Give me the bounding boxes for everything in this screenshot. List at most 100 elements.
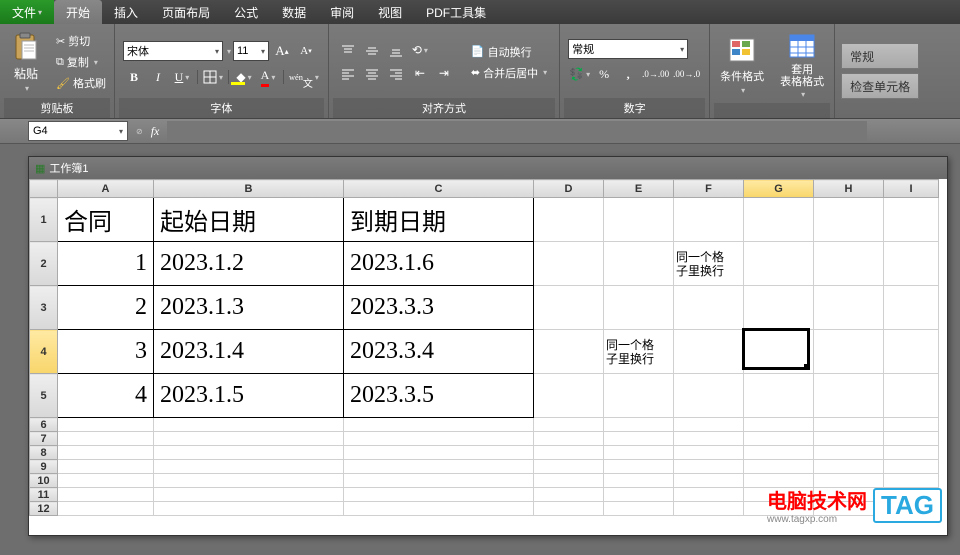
cell-A9[interactable] <box>58 460 154 474</box>
decrease-font-button[interactable]: A▾ <box>295 40 317 62</box>
cell-C6[interactable] <box>344 418 534 432</box>
cell-A1[interactable]: 合同 <box>58 198 154 242</box>
cell-E10[interactable] <box>604 474 674 488</box>
cell-H7[interactable] <box>814 432 884 446</box>
cell-F6[interactable] <box>674 418 744 432</box>
cell-H9[interactable] <box>814 460 884 474</box>
cell-C5[interactable]: 2023.3.5 <box>344 374 534 418</box>
col-header-D[interactable]: D <box>534 180 604 198</box>
cell-D11[interactable] <box>534 488 604 502</box>
italic-button[interactable]: I <box>147 66 169 88</box>
row-header-1[interactable]: 1 <box>30 198 58 242</box>
cell-H3[interactable] <box>814 286 884 330</box>
cell-G9[interactable] <box>744 460 814 474</box>
cell-I7[interactable] <box>884 432 939 446</box>
cell-I1[interactable] <box>884 198 939 242</box>
decrease-indent-button[interactable]: ⇤ <box>409 63 431 85</box>
cell-I2[interactable] <box>884 242 939 286</box>
paste-button[interactable]: 粘贴▾ <box>4 26 48 98</box>
font-color-button[interactable]: A▾ <box>257 66 279 88</box>
cell-F10[interactable] <box>674 474 744 488</box>
number-format-select[interactable]: 常规▾ <box>568 39 688 59</box>
cell-B7[interactable] <box>154 432 344 446</box>
cell-C1[interactable]: 到期日期 <box>344 198 534 242</box>
style-check-cell[interactable]: 检查单元格 <box>841 73 919 99</box>
merge-center-button[interactable]: ⬌合并后居中▾ <box>467 63 551 83</box>
cell-A3[interactable]: 2 <box>58 286 154 330</box>
cancel-icon[interactable]: ⊘ <box>136 127 143 136</box>
tab-view[interactable]: 视图 <box>366 0 414 24</box>
cell-H4[interactable] <box>814 330 884 374</box>
col-header-B[interactable]: B <box>154 180 344 198</box>
cell-C7[interactable] <box>344 432 534 446</box>
col-header-A[interactable]: A <box>58 180 154 198</box>
cell-A12[interactable] <box>58 502 154 516</box>
select-all-corner[interactable] <box>30 180 58 198</box>
cell-F12[interactable] <box>674 502 744 516</box>
cell-H8[interactable] <box>814 446 884 460</box>
row-header-6[interactable]: 6 <box>30 418 58 432</box>
font-name-select[interactable]: 宋体▾ <box>123 41 223 61</box>
col-header-G[interactable]: G <box>744 180 814 198</box>
cell-F5[interactable] <box>674 374 744 418</box>
cell-B9[interactable] <box>154 460 344 474</box>
align-bottom-button[interactable] <box>385 40 407 62</box>
cell-B2[interactable]: 2023.1.2 <box>154 242 344 286</box>
cell-G3[interactable] <box>744 286 814 330</box>
cell-D12[interactable] <box>534 502 604 516</box>
cell-A4[interactable]: 3 <box>58 330 154 374</box>
cell-B4[interactable]: 2023.1.4 <box>154 330 344 374</box>
workbook-title-bar[interactable]: ▦ 工作簿1 <box>29 157 947 179</box>
cell-C8[interactable] <box>344 446 534 460</box>
cell-D5[interactable] <box>534 374 604 418</box>
increase-font-button[interactable]: A▴ <box>271 40 293 62</box>
align-center-button[interactable] <box>361 63 383 85</box>
cell-C9[interactable] <box>344 460 534 474</box>
cell-F3[interactable] <box>674 286 744 330</box>
tab-data[interactable]: 数据 <box>270 0 318 24</box>
cell-E8[interactable] <box>604 446 674 460</box>
cell-A6[interactable] <box>58 418 154 432</box>
col-header-I[interactable]: I <box>884 180 939 198</box>
cell-G4[interactable] <box>744 330 814 374</box>
cell-I9[interactable] <box>884 460 939 474</box>
formula-input[interactable] <box>167 121 867 141</box>
row-header-12[interactable]: 12 <box>30 502 58 516</box>
fx-icon[interactable]: fx <box>151 124 160 139</box>
cell-C3[interactable]: 2023.3.3 <box>344 286 534 330</box>
cell-H6[interactable] <box>814 418 884 432</box>
tab-formulas[interactable]: 公式 <box>222 0 270 24</box>
row-header-5[interactable]: 5 <box>30 374 58 418</box>
cell-G6[interactable] <box>744 418 814 432</box>
cell-C4[interactable]: 2023.3.4 <box>344 330 534 374</box>
font-size-select[interactable]: 11▾ <box>233 41 269 61</box>
cell-E7[interactable] <box>604 432 674 446</box>
tab-page-layout[interactable]: 页面布局 <box>150 0 222 24</box>
cell-E11[interactable] <box>604 488 674 502</box>
cell-D4[interactable] <box>534 330 604 374</box>
row-header-7[interactable]: 7 <box>30 432 58 446</box>
cell-C2[interactable]: 2023.1.6 <box>344 242 534 286</box>
cell-B12[interactable] <box>154 502 344 516</box>
tab-review[interactable]: 审阅 <box>318 0 366 24</box>
tab-pdf[interactable]: PDF工具集 <box>414 0 498 24</box>
cell-A7[interactable] <box>58 432 154 446</box>
cell-B8[interactable] <box>154 446 344 460</box>
row-header-9[interactable]: 9 <box>30 460 58 474</box>
grid[interactable]: ABCDEFGHI1合同起始日期到期日期212023.1.22023.1.6同一… <box>29 179 947 535</box>
cell-B3[interactable]: 2023.1.3 <box>154 286 344 330</box>
cell-E9[interactable] <box>604 460 674 474</box>
tab-home[interactable]: 开始 <box>54 0 102 24</box>
cell-A2[interactable]: 1 <box>58 242 154 286</box>
cell-G2[interactable] <box>744 242 814 286</box>
bold-button[interactable]: B <box>123 66 145 88</box>
row-header-8[interactable]: 8 <box>30 446 58 460</box>
cell-E6[interactable] <box>604 418 674 432</box>
decrease-decimal-button[interactable]: .00→.0 <box>672 63 701 85</box>
phonetic-button[interactable]: wén文▾ <box>288 66 320 88</box>
cell-F2[interactable]: 同一个格子里换行 <box>674 242 744 286</box>
col-header-F[interactable]: F <box>674 180 744 198</box>
cell-D1[interactable] <box>534 198 604 242</box>
cell-G8[interactable] <box>744 446 814 460</box>
row-header-11[interactable]: 11 <box>30 488 58 502</box>
